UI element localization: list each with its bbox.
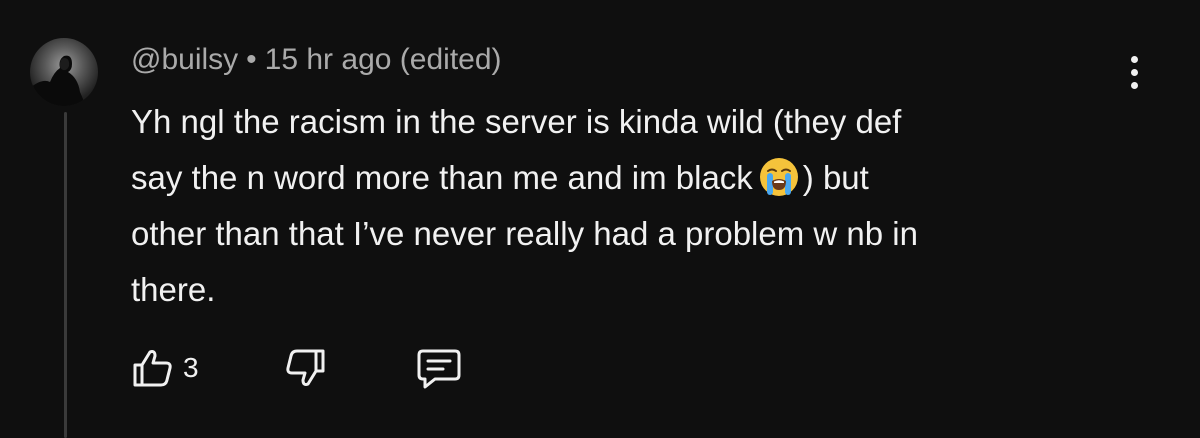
comment-line-text: say the n word more than me and im black (131, 159, 753, 196)
comment-line: other than that I’ve never really had a … (131, 215, 918, 252)
thumbs-down-icon (286, 349, 325, 386)
meta-separator: • (246, 43, 257, 76)
more-vertical-icon (1130, 55, 1138, 63)
dislike-button[interactable] (283, 344, 327, 392)
like-count: 3 (183, 352, 199, 383)
comment-line: say the n word more than me and im black… (131, 150, 1091, 206)
more-vertical-icon-dot (1130, 81, 1138, 89)
author-handle[interactable]: @builsy (131, 43, 238, 76)
thumbs-up-icon (133, 350, 172, 387)
more-vertical-icon-dot (1130, 68, 1138, 76)
avatar-image (30, 55, 86, 106)
comment-text: Yh ngl the racism in the server is kinda… (131, 94, 1091, 318)
reply-button[interactable] (415, 344, 463, 392)
thread-line (64, 112, 67, 438)
comment-line: there. (131, 271, 216, 308)
comment-line-text: ) but (802, 159, 869, 196)
timestamp[interactable]: 15 hr ago (265, 43, 392, 76)
comment-line: Yh ngl the racism in the server is kinda… (131, 103, 902, 140)
comment-icon (417, 349, 461, 389)
avatar[interactable] (30, 38, 98, 106)
more-options-button[interactable] (1112, 46, 1156, 98)
like-button[interactable]: 3 (131, 344, 199, 392)
comment-actions: 3 (131, 344, 531, 392)
loudly-crying-face-emoji (759, 158, 798, 196)
comment-meta: @builsy • 15 hr ago (edited) (131, 40, 502, 80)
edited-label: (edited) (399, 43, 502, 76)
